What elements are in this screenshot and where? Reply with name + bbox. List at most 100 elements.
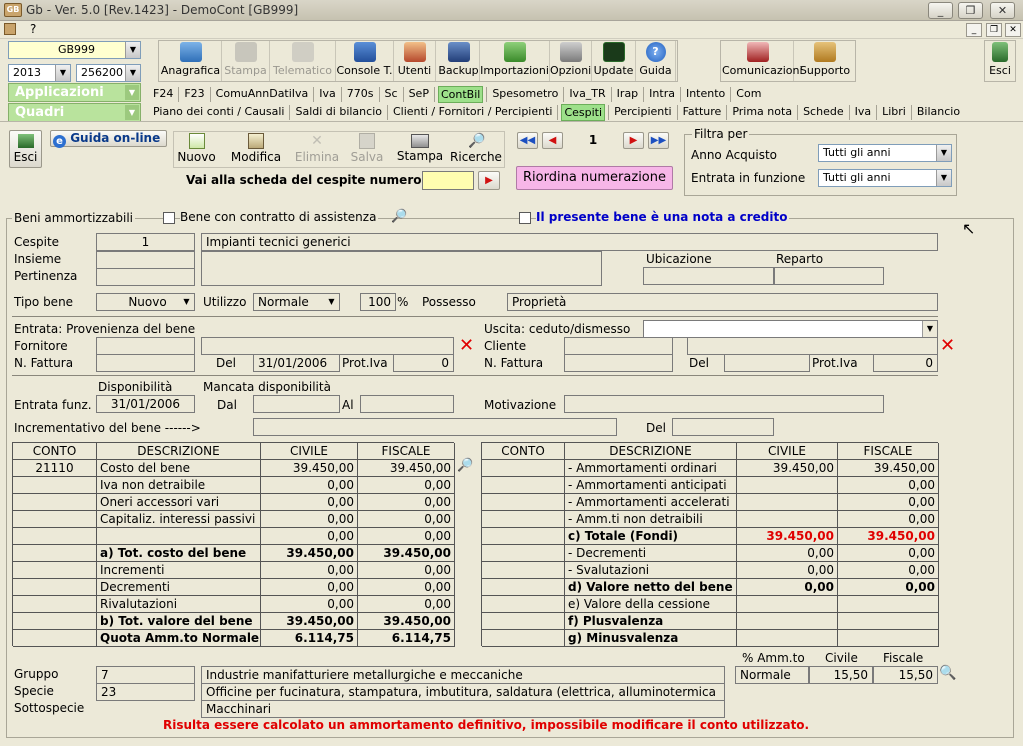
incrementativo-field[interactable] [253,418,617,436]
insieme-description[interactable] [201,251,602,286]
year-select[interactable]: 2013 ▼ [8,64,71,82]
table-cell-conto[interactable] [482,596,565,613]
anagrafica-button[interactable]: Anagrafica [160,41,222,81]
table-cell-conto[interactable] [482,528,565,545]
tab-clienti-fornitori-percipienti[interactable]: Clienti / Fornitori / Percipienti [391,104,554,121]
riordina-button[interactable]: Riordina numerazione [516,166,673,190]
tab-contbil[interactable]: ContBil [437,85,484,103]
salva-button[interactable]: Salva [344,132,390,167]
table-cell-conto[interactable] [482,545,565,562]
table-cell-conto[interactable] [13,545,97,562]
tab-sep[interactable]: SeP [407,86,431,103]
modifica-button[interactable]: Modifica [225,132,287,167]
stampa-form-button[interactable]: Stampa [394,132,446,167]
menu-help[interactable]: ? [30,22,36,36]
pertinenza-code[interactable] [96,268,195,286]
table-cell-conto[interactable] [482,511,565,528]
tab-piano-dei-conti-causali[interactable]: Piano dei conti / Causali [151,104,286,121]
nuovo-button[interactable]: Nuovo [174,132,219,167]
account-select[interactable]: 256200 - ▼ [76,64,141,82]
quadri-select[interactable]: Quadri ▼ [8,103,141,122]
tab-intra[interactable]: Intra [647,86,677,103]
nfattura-field[interactable] [96,354,195,372]
clear-fornitore-icon[interactable]: ✕ [459,337,474,355]
telematico-button[interactable]: Telematico [270,41,336,81]
entrata-funzione-select[interactable]: Tutti gli anni ▼ [818,169,952,187]
table-cell-conto[interactable] [13,562,97,579]
tab-iva-tr[interactable]: Iva_TR [567,86,607,103]
tab-fatture[interactable]: Fatture [681,104,724,121]
tab-cespiti[interactable]: Cespiti [561,103,606,121]
update-button[interactable]: Update [592,41,636,81]
table-cell-conto[interactable] [13,494,97,511]
tab-spesometro[interactable]: Spesometro [490,86,560,103]
importazioni-button[interactable]: Importazioni [480,41,550,81]
tab-iva[interactable]: Iva [317,86,338,103]
table-cell-conto[interactable]: 21110 [13,460,97,477]
perc-fiscale[interactable]: 15,50 [873,666,938,684]
contratto-checkbox[interactable] [163,212,175,224]
tab-percipienti[interactable]: Percipienti [612,104,674,121]
backup-button[interactable]: Backup [438,41,480,81]
tab-f24[interactable]: F24 [151,86,175,103]
minimize-button[interactable]: _ [928,2,953,19]
tab-saldi-di-bilancio[interactable]: Saldi di bilancio [293,104,384,121]
table-cell-conto[interactable] [482,494,565,511]
tab-iva[interactable]: Iva [853,104,874,121]
table-cell-conto[interactable] [482,613,565,630]
sottospecie-description[interactable]: Macchinari [201,700,725,718]
gruppo-code[interactable]: 7 [96,666,195,684]
mdi-restore-button[interactable]: ❐ [986,23,1002,37]
first-record-button[interactable]: ◀◀ [517,132,538,149]
table-cell-conto[interactable] [13,596,97,613]
clear-cliente-icon[interactable]: ✕ [940,337,955,355]
specie-code[interactable]: 23 [96,683,195,701]
al-field[interactable] [360,395,454,413]
vai-input[interactable] [422,171,474,190]
tab-f23[interactable]: F23 [182,86,206,103]
console-button[interactable]: Console T. [336,41,394,81]
tab-sc[interactable]: Sc [383,86,400,103]
tab-schede[interactable]: Schede [801,104,846,121]
esci-top-button[interactable]: Esci [984,40,1016,82]
nota-credito-checkbox[interactable] [519,212,531,224]
company-select[interactable]: GB999 ▼ [8,41,141,59]
utilizzo-select[interactable]: Normale ▼ [253,293,340,311]
comunicazioni-button[interactable]: Comunicazioni [722,41,803,81]
magnifier-icon[interactable]: 🔎 [391,209,407,224]
table-cell-conto[interactable] [13,613,97,630]
table-cell-conto[interactable] [482,579,565,596]
perc-civile[interactable]: 15,50 [809,666,873,684]
table-cell-conto[interactable] [13,528,97,545]
vai-go-button[interactable]: ▶ [478,171,500,190]
cliente-code[interactable] [564,337,673,355]
tab-irap[interactable]: Irap [615,86,641,103]
entrata-funz-field[interactable]: 31/01/2006 [96,395,195,413]
uscita-nfattura-field[interactable] [564,354,673,372]
reparto-field[interactable] [774,267,884,285]
percentuale-field[interactable]: 100 [360,293,396,311]
mdi-minimize-button[interactable]: _ [966,23,982,37]
maximize-button[interactable]: ❐ [958,2,983,19]
uscita-select[interactable]: ▼ [643,320,938,338]
anno-acquisto-select[interactable]: Tutti gli anni ▼ [818,144,952,162]
tab-comuanndatiiva[interactable]: ComuAnnDatiIva [214,86,311,103]
supporto-button[interactable]: Supporto [796,41,854,81]
tab-prima-nota[interactable]: Prima nota [730,104,794,121]
esci-button[interactable]: Esci [9,130,42,168]
search-icon[interactable]: 🔍 [939,665,956,681]
close-button[interactable]: ✕ [990,2,1015,19]
table-cell-conto[interactable] [482,477,565,494]
stampa-button[interactable]: Stampa [222,41,270,81]
table-cell-conto[interactable] [13,579,97,596]
next-record-button[interactable]: ▶ [623,132,644,149]
opzioni-button[interactable]: Opzioni [550,41,592,81]
fornitore-name[interactable] [201,337,454,355]
table-cell-conto[interactable] [13,511,97,528]
prev-record-button[interactable]: ◀ [542,132,563,149]
dal-field[interactable] [253,395,340,413]
table-cell-conto[interactable] [482,460,565,477]
elimina-button[interactable]: ✕ Elimina [292,132,342,167]
protiva-field[interactable]: 0 [393,354,454,372]
tab-intento[interactable]: Intento [684,86,727,103]
